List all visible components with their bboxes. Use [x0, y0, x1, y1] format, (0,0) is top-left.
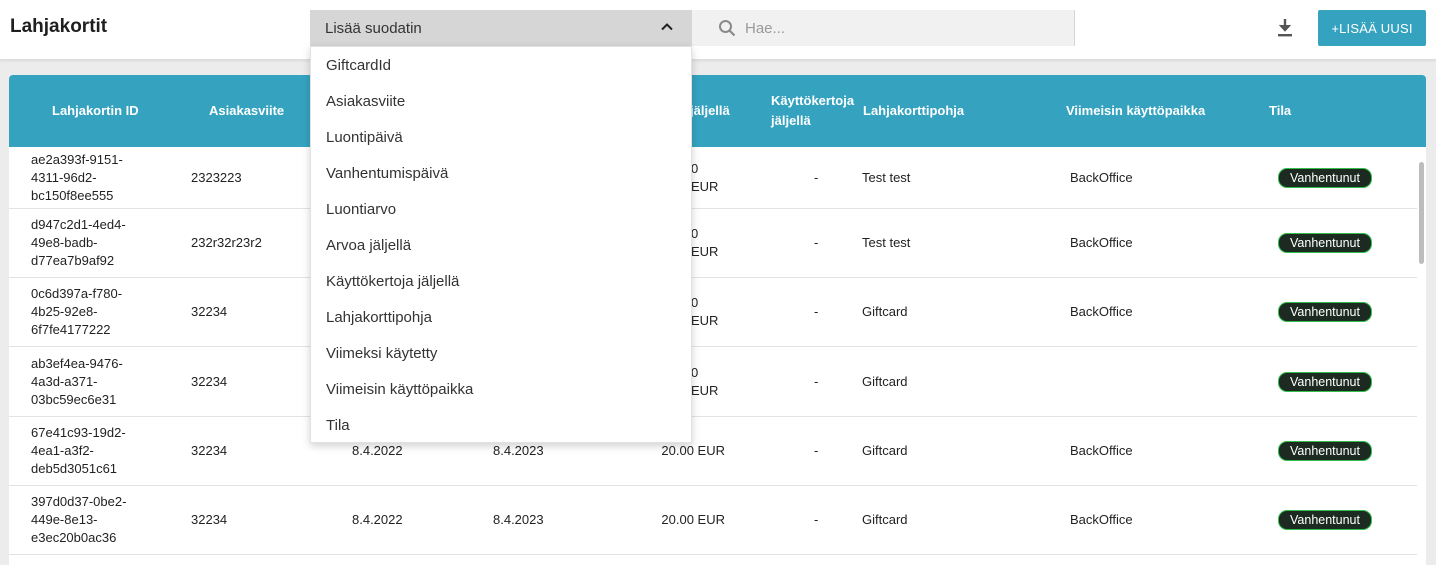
filter-option-customer-ref[interactable]: Asiakasviite [311, 83, 691, 119]
filter-option-last-used-place[interactable]: Viimeisin käyttöpaikka [311, 371, 691, 407]
value-left: 0 EUR [691, 160, 719, 194]
column-header-giftcard-id[interactable]: Lahjakortin ID [52, 75, 139, 147]
template-name: Giftcard [862, 512, 908, 527]
uses-left: - [814, 169, 819, 185]
status-badge: Vanhentunut [1278, 441, 1372, 461]
filter-option-giftcard-id[interactable]: GiftcardId [311, 47, 691, 83]
table-row[interactable]: ae2a393f-9151- 4311-96d2- bc150f8ee555 232… [9, 147, 1417, 209]
filter-dropdown-menu: GiftcardId Asiakasviite Luontipäivä Vanh… [310, 46, 692, 443]
table-header: Lahjakortin ID Asiakasviite jäljellä Käy… [9, 75, 1426, 147]
customer-ref: 2323223 [191, 169, 242, 185]
uses-left: - [814, 304, 819, 319]
column-header-value-left[interactable]: jäljellä [690, 75, 730, 147]
column-header-uses-left[interactable]: Käyttökertoja jäljellä [771, 75, 861, 147]
value-left: 20.00 EUR [661, 512, 725, 527]
value-left: 0 EUR [691, 364, 719, 398]
giftcard-id: d947c2d1-4ed4- 49e8-badb-d77ea7b9af92 [31, 217, 126, 268]
giftcard-id: 67e41c93-19d2- 4ea1-a3f2- deb5d3051c61 [31, 425, 126, 476]
uses-left: - [814, 373, 819, 389]
value-left: 0 EUR [691, 295, 719, 328]
search-input[interactable] [745, 19, 1045, 37]
filter-option-created-date[interactable]: Luontipäivä [311, 119, 691, 155]
search-field[interactable] [692, 10, 1075, 46]
table-row[interactable]: d947c2d1-4ed4- 49e8-badb-d77ea7b9af92 232… [9, 209, 1417, 278]
filter-option-template[interactable]: Lahjakorttipohja [311, 299, 691, 335]
template-name: Test test [862, 235, 911, 250]
last-used-place: BackOffice [1070, 443, 1133, 458]
chevron-up-icon [661, 23, 673, 31]
giftcard-id: 397d0d37-0be2- 449e-8e13- e3ec20b0ac36 [31, 494, 127, 545]
customer-ref: 32234 [191, 512, 228, 527]
last-used-place: BackOffice [1070, 169, 1133, 185]
search-icon [719, 20, 736, 37]
filter-option-expiry-date[interactable]: Vanhentumispäivä [311, 155, 691, 191]
table-row[interactable]: 397d0d37-0be2- 449e-8e13- e3ec20b0ac36 322… [9, 486, 1417, 555]
giftcard-id: ab3ef4ea-9476- 4a3d-a371- 03bc59ec6e31 [31, 355, 123, 407]
uses-left: - [814, 235, 819, 250]
column-header-template[interactable]: Lahjakorttipohja [863, 75, 964, 147]
filter-option-initial-value[interactable]: Luontiarvo [311, 191, 691, 227]
filter-option-uses-left[interactable]: Käyttökertoja jäljellä [311, 263, 691, 299]
customer-ref: 32234 [191, 373, 228, 389]
customer-ref: 32234 [191, 304, 228, 319]
template-name: Giftcard [862, 443, 908, 458]
column-header-status[interactable]: Tila [1269, 75, 1291, 147]
column-header-customer-ref[interactable]: Asiakasviite [209, 75, 284, 147]
column-header-last-used-place[interactable]: Viimeisin käyttöpaikka [1066, 75, 1205, 147]
status-badge: Vanhentunut [1278, 302, 1372, 322]
last-used-place: BackOffice [1070, 304, 1133, 319]
giftcard-table: Lahjakortin ID Asiakasviite jäljellä Käy… [9, 75, 1426, 565]
uses-left: - [814, 512, 819, 527]
download-icon[interactable] [1274, 16, 1296, 40]
status-badge: Vanhentunut [1278, 371, 1372, 392]
filter-option-status[interactable]: Tila [311, 407, 691, 443]
created-date: 8.4.2022 [352, 512, 403, 527]
giftcard-id: 0c6d397a-f780- 4b25-92e8- 6f7fe4177222 [31, 286, 123, 337]
customer-ref: 32234 [191, 443, 228, 458]
last-used-place: BackOffice [1070, 235, 1133, 250]
page-title: Lahjakortit [10, 16, 108, 37]
status-badge: Vanhentunut [1278, 510, 1372, 530]
value-left: 0 EUR [691, 226, 719, 259]
top-bar: Lahjakortit Lisää suodatin +LISÄÄ UUSI [0, 0, 1436, 60]
expiry-date: 8.4.2023 [493, 512, 544, 527]
last-used-place: BackOffice [1070, 512, 1133, 527]
customer-ref: 232r32r23r2 [191, 235, 262, 250]
uses-left: - [814, 443, 819, 458]
add-filter-label: Lisää suodatin [325, 19, 422, 37]
add-filter-select[interactable]: Lisää suodatin [310, 10, 692, 46]
template-name: Giftcard [862, 304, 908, 319]
filter-option-value-left[interactable]: Arvoa jäljellä [311, 227, 691, 263]
filter-option-last-used[interactable]: Viimeksi käytetty [311, 335, 691, 371]
table-row[interactable]: 0c6d397a-f780- 4b25-92e8- 6f7fe4177222 322… [9, 278, 1417, 347]
table-row[interactable]: 67e41c93-19d2- 4ea1-a3f2- deb5d3051c61 322… [9, 417, 1417, 486]
status-badge: Vanhentunut [1278, 233, 1372, 253]
add-new-button[interactable]: +LISÄÄ UUSI [1318, 10, 1426, 46]
template-name: Giftcard [862, 373, 908, 389]
giftcard-id: ae2a393f-9151- 4311-96d2- bc150f8ee555 [31, 151, 123, 203]
template-name: Test test [862, 169, 911, 185]
status-badge: Vanhentunut [1278, 167, 1372, 188]
table-scrollbar[interactable] [1419, 162, 1424, 264]
table-row[interactable]: ab3ef4ea-9476- 4a3d-a371- 03bc59ec6e31 322… [9, 347, 1417, 417]
